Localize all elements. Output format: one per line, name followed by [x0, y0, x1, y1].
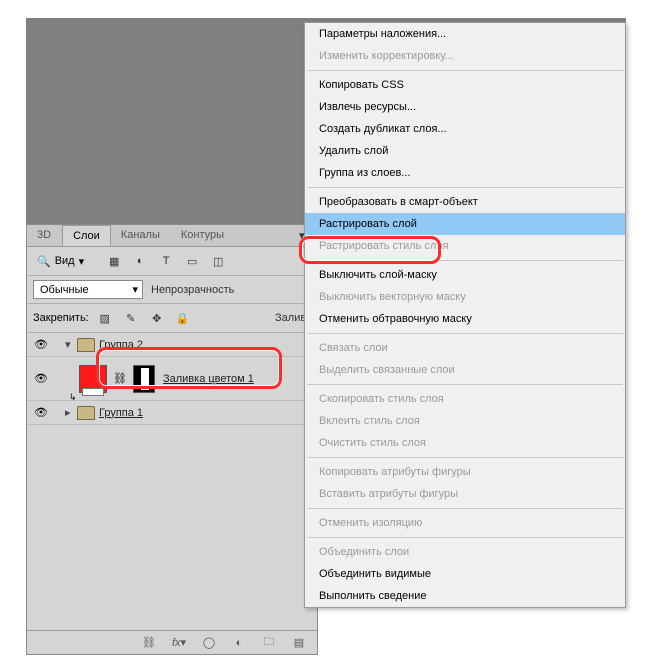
filter-text-icon[interactable]: T: [156, 251, 176, 271]
filter-pixel-icon[interactable]: ▦: [104, 251, 124, 271]
layer-style-icon[interactable]: fx▾: [169, 633, 189, 653]
menu-rasterize-layer[interactable]: Растрировать слой: [305, 213, 625, 235]
folder-icon: [77, 338, 95, 352]
visibility-eye-icon[interactable]: 👁: [31, 372, 51, 385]
menu-copy-style: Скопировать стиль слоя: [305, 388, 625, 410]
expand-arrow-icon[interactable]: ▸: [65, 406, 77, 419]
layer-name[interactable]: Группа 1: [99, 407, 143, 419]
tab-paths[interactable]: Контуры: [171, 225, 235, 246]
menu-select-linked: Выделить связанные слои: [305, 359, 625, 381]
lock-label: Закрепить:: [33, 312, 89, 324]
blend-bar: Обычные ▾ Непрозрачность: [27, 276, 317, 304]
menu-link-layers: Связать слои: [305, 337, 625, 359]
menu-separator: [307, 333, 623, 334]
lock-pixels-icon[interactable]: ✎: [121, 308, 141, 328]
chevron-down-icon: ▾: [79, 255, 85, 268]
layers-panel: 3D Слои Каналы Контуры ▾≡ 🔍 Вид ▾ ▦ ◐ T …: [26, 224, 318, 655]
new-group-icon[interactable]: 🗀: [259, 633, 279, 653]
panel-tabs: 3D Слои Каналы Контуры ▾≡: [27, 225, 317, 247]
tab-3d[interactable]: 3D: [27, 225, 62, 246]
menu-paste-style: Вклеить стиль слоя: [305, 410, 625, 432]
lock-position-icon[interactable]: ✥: [147, 308, 167, 328]
layer-fill-row[interactable]: 👁 ↳ ⛓ Заливка цветом 1: [27, 357, 317, 401]
lock-transparent-icon[interactable]: ▨: [95, 308, 115, 328]
layer-group-row[interactable]: 👁 ▾ Группа 2: [27, 333, 317, 357]
menu-paste-shape-attrs: Вставить атрибуты фигуры: [305, 483, 625, 505]
menu-blending-options[interactable]: Параметры наложения...: [305, 23, 625, 45]
layer-context-menu: Параметры наложения... Изменить корректи…: [304, 22, 626, 608]
lock-all-icon[interactable]: 🔒: [173, 308, 193, 328]
menu-release-clipping[interactable]: Отменить обтравочную маску: [305, 308, 625, 330]
menu-disable-vector-mask: Выключить векторную маску: [305, 286, 625, 308]
layer-name[interactable]: Группа 2: [99, 339, 143, 351]
blend-mode-select[interactable]: Обычные ▾: [33, 280, 143, 299]
layers-bottom-bar: ⛓ fx▾ ◯ ◐ 🗀 ▤: [27, 630, 317, 654]
filter-shape-icon[interactable]: ▭: [182, 251, 202, 271]
search-icon: 🔍: [37, 255, 51, 268]
blend-mode-value: Обычные: [40, 284, 89, 296]
chevron-down-icon: ▾: [132, 283, 138, 296]
menu-flatten[interactable]: Выполнить сведение: [305, 585, 625, 607]
filter-smart-icon[interactable]: ◫: [208, 251, 228, 271]
menu-separator: [307, 457, 623, 458]
link-layers-icon[interactable]: ⛓: [139, 633, 159, 653]
menu-convert-smart[interactable]: Преобразовать в смарт-объект: [305, 191, 625, 213]
menu-separator: [307, 384, 623, 385]
folder-icon: [77, 406, 95, 420]
layer-name[interactable]: Заливка цветом 1: [163, 373, 254, 385]
filter-label: Вид: [55, 255, 75, 267]
filter-adjustment-icon[interactable]: ◐: [130, 251, 150, 271]
menu-copy-css[interactable]: Копировать CSS: [305, 74, 625, 96]
menu-clear-style: Очистить стиль слоя: [305, 432, 625, 454]
filter-type-select[interactable]: 🔍 Вид ▾: [33, 253, 88, 270]
lock-bar: Закрепить: ▨ ✎ ✥ 🔒 Заливк: [27, 304, 317, 333]
new-adjustment-icon[interactable]: ◐: [229, 633, 249, 653]
menu-rasterize-style: Растрировать стиль слоя: [305, 235, 625, 257]
menu-edit-adjustment: Изменить корректировку...: [305, 45, 625, 67]
clipping-indicator-icon: ↳: [69, 392, 77, 403]
expand-arrow-icon[interactable]: ▾: [65, 338, 77, 351]
opacity-label[interactable]: Непрозрачность: [151, 284, 234, 296]
filter-bar: 🔍 Вид ▾ ▦ ◐ T ▭ ◫: [27, 247, 317, 276]
menu-separator: [307, 537, 623, 538]
new-layer-icon[interactable]: ▤: [289, 633, 309, 653]
menu-merge-layers: Объединить слои: [305, 541, 625, 563]
visibility-eye-icon[interactable]: 👁: [31, 406, 51, 419]
menu-separator: [307, 70, 623, 71]
tab-layers[interactable]: Слои: [62, 225, 111, 246]
menu-separator: [307, 508, 623, 509]
menu-copy-shape-attrs: Копировать атрибуты фигуры: [305, 461, 625, 483]
menu-extract-assets[interactable]: Извлечь ресурсы...: [305, 96, 625, 118]
menu-group-from-layers[interactable]: Группа из слоев...: [305, 162, 625, 184]
menu-delete-layer[interactable]: Удалить слой: [305, 140, 625, 162]
layer-group-row[interactable]: 👁 ▸ Группа 1: [27, 401, 317, 425]
menu-release-isolation: Отменить изоляцию: [305, 512, 625, 534]
menu-separator: [307, 187, 623, 188]
layer-mask-thumbnail[interactable]: [133, 365, 155, 393]
menu-merge-visible[interactable]: Объединить видимые: [305, 563, 625, 585]
add-mask-icon[interactable]: ◯: [199, 633, 219, 653]
link-mask-icon[interactable]: ⛓: [113, 372, 127, 385]
layers-list: 👁 ▾ Группа 2 👁 ↳ ⛓ Заливка цветом 1 👁 ▸ …: [27, 333, 317, 425]
menu-separator: [307, 260, 623, 261]
fill-color-swatch[interactable]: [79, 365, 107, 393]
menu-disable-mask[interactable]: Выключить слой-маску: [305, 264, 625, 286]
visibility-eye-icon[interactable]: 👁: [31, 338, 51, 351]
menu-duplicate-layer[interactable]: Создать дубликат слоя...: [305, 118, 625, 140]
tab-channels[interactable]: Каналы: [111, 225, 171, 246]
